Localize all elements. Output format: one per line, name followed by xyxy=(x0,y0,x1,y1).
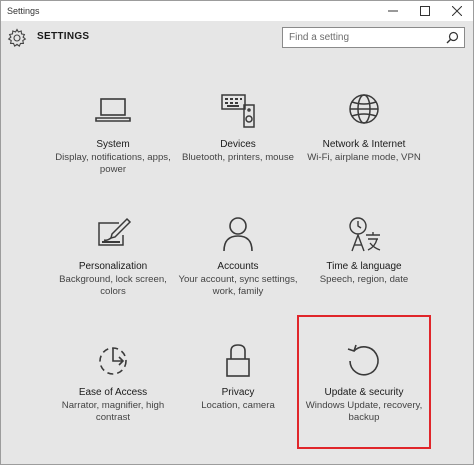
person-icon xyxy=(223,217,253,252)
ease-of-access-icon xyxy=(99,347,127,375)
tile-label: Ease of Access xyxy=(78,387,148,398)
tile-label: Devices xyxy=(220,139,256,150)
language-icon xyxy=(349,217,381,252)
tile-devices[interactable]: Devices Bluetooth, printers, mouse xyxy=(174,93,302,213)
devices-icon xyxy=(221,94,255,128)
tile-description: Your account, sync settings, work, famil… xyxy=(178,274,298,297)
tile-accounts[interactable]: Accounts Your account, sync settings, wo… xyxy=(174,215,302,335)
settings-header: SETTINGS xyxy=(1,21,473,55)
tile-personalization[interactable]: Personalization Background, lock screen,… xyxy=(49,215,177,335)
tile-privacy[interactable]: Privacy Location, camera xyxy=(174,341,302,461)
tile-label: System xyxy=(96,139,130,150)
tile-label: Network & Internet xyxy=(322,139,406,150)
tile-description: Bluetooth, printers, mouse xyxy=(182,152,294,163)
lock-icon xyxy=(226,344,250,377)
tile-ease-of-access[interactable]: Ease of Access Narrator, magnifier, high… xyxy=(49,341,177,461)
tile-label: Time & language xyxy=(326,261,402,272)
tile-description: Speech, region, date xyxy=(319,274,409,285)
caption-buttons xyxy=(377,1,473,21)
settings-window: Settings SETTINGS Find a setting System … xyxy=(0,0,474,465)
minimize-icon xyxy=(388,10,398,12)
title-bar: Settings xyxy=(1,1,473,21)
tile-description: Wi-Fi, airplane mode, VPN xyxy=(307,152,421,163)
tile-label: Personalization xyxy=(78,261,148,272)
tile-description: Display, notifications, apps, power xyxy=(55,152,171,175)
maximize-button[interactable] xyxy=(409,1,441,21)
tile-system[interactable]: System Display, notifications, apps, pow… xyxy=(49,93,177,213)
page-title: SETTINGS xyxy=(37,31,90,42)
tile-network[interactable]: Network & Internet Wi-Fi, airplane mode,… xyxy=(300,93,428,213)
search-input[interactable] xyxy=(283,28,443,47)
paint-icon xyxy=(98,217,132,246)
gear-icon xyxy=(7,28,27,47)
tile-description: Background, lock screen, colors xyxy=(59,274,167,297)
globe-icon xyxy=(349,94,379,124)
search-box[interactable] xyxy=(282,27,465,48)
laptop-icon xyxy=(95,98,131,122)
highlight-box xyxy=(297,315,431,449)
close-icon xyxy=(452,6,462,16)
close-button[interactable] xyxy=(441,1,473,21)
tile-label: Accounts xyxy=(217,261,259,272)
window-title: Settings xyxy=(7,6,40,16)
search-icon[interactable] xyxy=(446,31,459,44)
tile-description: Narrator, magnifier, high contrast xyxy=(61,400,165,423)
minimize-button[interactable] xyxy=(377,1,409,21)
tile-label: Privacy xyxy=(221,387,255,398)
maximize-icon xyxy=(420,6,430,16)
tile-description: Location, camera xyxy=(201,400,275,411)
